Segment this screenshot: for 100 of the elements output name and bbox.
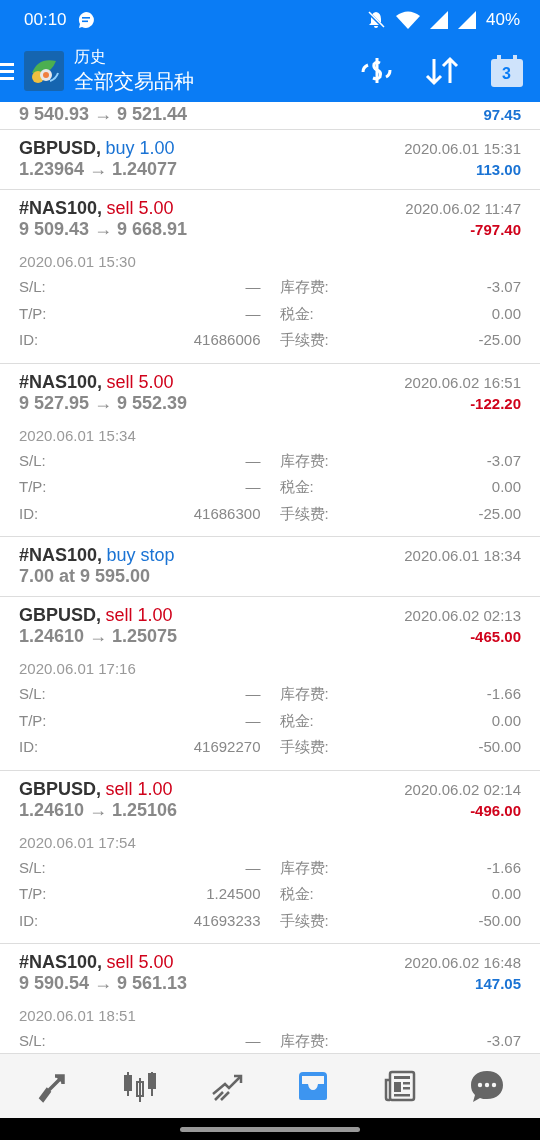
message-icon	[76, 11, 95, 29]
detail-value: —	[245, 684, 261, 704]
symbol: #NAS100,	[19, 545, 103, 565]
trade-row[interactable]: GBPUSD, sell 1.00 2020.06.02 02:13 1.24610 → 1.25075 -465.00 2020.06.01 17:16 S/L: — 库存费: -1.66 T/P: — 税金: 0.00 ID: 41692270 手续费: -50.00	[0, 597, 540, 771]
symbol: GBPUSD,	[19, 778, 101, 799]
symbol: GBPUSD,	[19, 138, 101, 158]
price-range: 1.24610 → 1.25106	[19, 799, 178, 821]
symbol: GBPUSD,	[19, 605, 101, 625]
menu-icon[interactable]	[0, 61, 14, 81]
detail-value: —	[245, 303, 261, 324]
open-time: 2020.06.01 17:16	[19, 659, 137, 679]
detail-label: ID:	[19, 737, 39, 757]
calendar-day: 3	[502, 65, 511, 83]
trade-row[interactable]: #NAS100, buy stop 2020.06.01 18:34 7.00 at 9 595.00	[0, 537, 540, 597]
detail-value: -25.00	[478, 330, 521, 350]
detail-value: —	[245, 450, 261, 471]
profit: -496.00	[470, 801, 521, 819]
status-time: 00:10	[24, 10, 67, 30]
detail-label: T/P:	[19, 303, 47, 324]
bell-off-icon	[365, 10, 386, 30]
detail-value: -3.07	[486, 277, 521, 297]
detail-label: 税金:	[279, 884, 314, 904]
deal-type: buy stop	[106, 545, 175, 565]
detail-value: —	[245, 277, 261, 297]
deal-type: sell 5.00	[106, 952, 174, 972]
price-range: 9 509.43 → 9 668.91	[19, 219, 188, 240]
detail-label: 库存费:	[279, 277, 329, 297]
detail-value: -50.00	[478, 910, 521, 931]
profit: -465.00	[470, 628, 521, 645]
profit: 97.45	[483, 106, 521, 123]
detail-value: 41692270	[193, 737, 261, 757]
wifi-icon	[395, 11, 420, 29]
detail-label: 手续费:	[279, 503, 329, 524]
close-time: 2020.06.02 16:48	[404, 954, 521, 971]
price-range: 9 540.93 → 9 521.44	[19, 104, 188, 125]
detail-label: 库存费:	[279, 1031, 329, 1051]
detail-value: —	[245, 710, 261, 731]
detail-value: 1.24500	[206, 884, 261, 904]
close-time: 2020.06.01 15:31	[404, 140, 521, 157]
detail-label: ID:	[19, 910, 39, 931]
deal-type: sell 1.00	[105, 778, 173, 799]
detail-label: 手续费:	[279, 910, 329, 931]
detail-label: S/L:	[19, 450, 46, 471]
profit: -797.40	[470, 221, 521, 238]
symbol: #NAS100,	[19, 952, 103, 972]
trade-row[interactable]: #NAS100, sell 5.00 2020.06.02 16:51 9 527.95 → 9 552.39 -122.20 2020.06.01 15:34 S/L: — 库存费: -3.07 T/P: — 税金: 0.00 ID: 41686300 手续费: -25.00	[0, 363, 540, 537]
detail-value: 0.00	[491, 710, 521, 731]
sort-icon[interactable]	[424, 55, 460, 87]
detail-value: -3.07	[486, 450, 521, 471]
price-range: 1.24610 → 1.25075	[19, 626, 178, 647]
detail-value: —	[245, 477, 261, 497]
detail-label: S/L:	[19, 1031, 46, 1051]
detail-value: 0.00	[491, 303, 521, 324]
detail-value: -50.00	[478, 737, 521, 757]
price-range: 9 590.54 → 9 561.13	[19, 973, 188, 994]
detail-label: 库存费:	[279, 857, 329, 878]
screen-subtitle[interactable]: 全部交易品种	[74, 68, 348, 95]
detail-label: T/P:	[19, 477, 47, 497]
trade-row[interactable]: #NAS100, sell 5.00 2020.06.02 11:47 9 509.43 → 9 668.91 -797.40 2020.06.01 15:30 S/L: — 库存费: -3.07 T/P: — 税金: 0.00 ID: 41686006 手续费: -25.00	[0, 190, 540, 364]
detail-label: 库存费:	[279, 684, 329, 704]
deal-type: sell 5.00	[106, 371, 174, 392]
close-time: 2020.06.02 16:51	[404, 373, 521, 391]
app-logo-icon	[24, 51, 64, 91]
open-time: 2020.06.01 15:30	[19, 252, 137, 272]
calendar-icon	[490, 55, 524, 87]
battery-percent: 40%	[485, 10, 520, 30]
close-time: 2020.06.02 02:13	[404, 607, 521, 624]
detail-label: 税金:	[279, 477, 314, 497]
open-time: 2020.06.01 15:34	[19, 425, 137, 446]
detail-label: T/P:	[19, 710, 47, 731]
detail-value: -1.66	[486, 684, 521, 704]
trade-row[interactable]: GBPUSD, buy 1.00 2020.06.01 15:31 1.23964 → 1.24077 113.00	[0, 130, 540, 190]
deal-type: sell 1.00	[105, 605, 173, 625]
open-time: 2020.06.01 17:54	[19, 832, 137, 853]
price-range: 9 527.95 → 9 552.39	[19, 392, 188, 414]
detail-label: S/L:	[19, 857, 46, 878]
price-range: 1.23964 → 1.24077	[19, 159, 178, 180]
detail-label: 手续费:	[279, 330, 329, 350]
detail-value: 0.00	[491, 884, 521, 904]
detail-label: 手续费:	[279, 737, 329, 757]
detail-value: 41686006	[193, 330, 261, 350]
profit: 113.00	[475, 161, 521, 178]
signal-icon	[429, 11, 448, 29]
detail-value: 0.00	[491, 477, 521, 497]
trade-row[interactable]: GBPUSD, sell 1.00 2020.06.02 02:14 1.24610 → 1.25106 -496.00 2020.06.01 17:54 S/L: — 库存费: -1.66 T/P: 1.24500 税金: 0.00 ID: 41693233 手续费: -50.00	[0, 770, 540, 944]
detail-value: -25.00	[478, 503, 521, 524]
detail-label: 税金:	[279, 303, 314, 324]
detail-label: 税金:	[279, 710, 314, 731]
signal-icon	[457, 11, 476, 29]
price-range: 7.00 at 9 595.00	[19, 566, 151, 587]
detail-label: ID:	[19, 330, 39, 350]
detail-label: T/P:	[19, 884, 47, 904]
profit: 147.05	[475, 975, 521, 992]
open-time: 2020.06.01 18:51	[19, 1006, 137, 1026]
profit: -122.20	[470, 394, 521, 412]
detail-value: —	[245, 857, 261, 878]
symbol: #NAS100,	[19, 371, 103, 392]
close-time: 2020.06.02 02:14	[404, 780, 521, 798]
trade-row[interactable]: 9 540.93 → 9 521.44 97.45	[0, 102, 540, 130]
close-time: 2020.06.01 18:34	[404, 547, 521, 564]
